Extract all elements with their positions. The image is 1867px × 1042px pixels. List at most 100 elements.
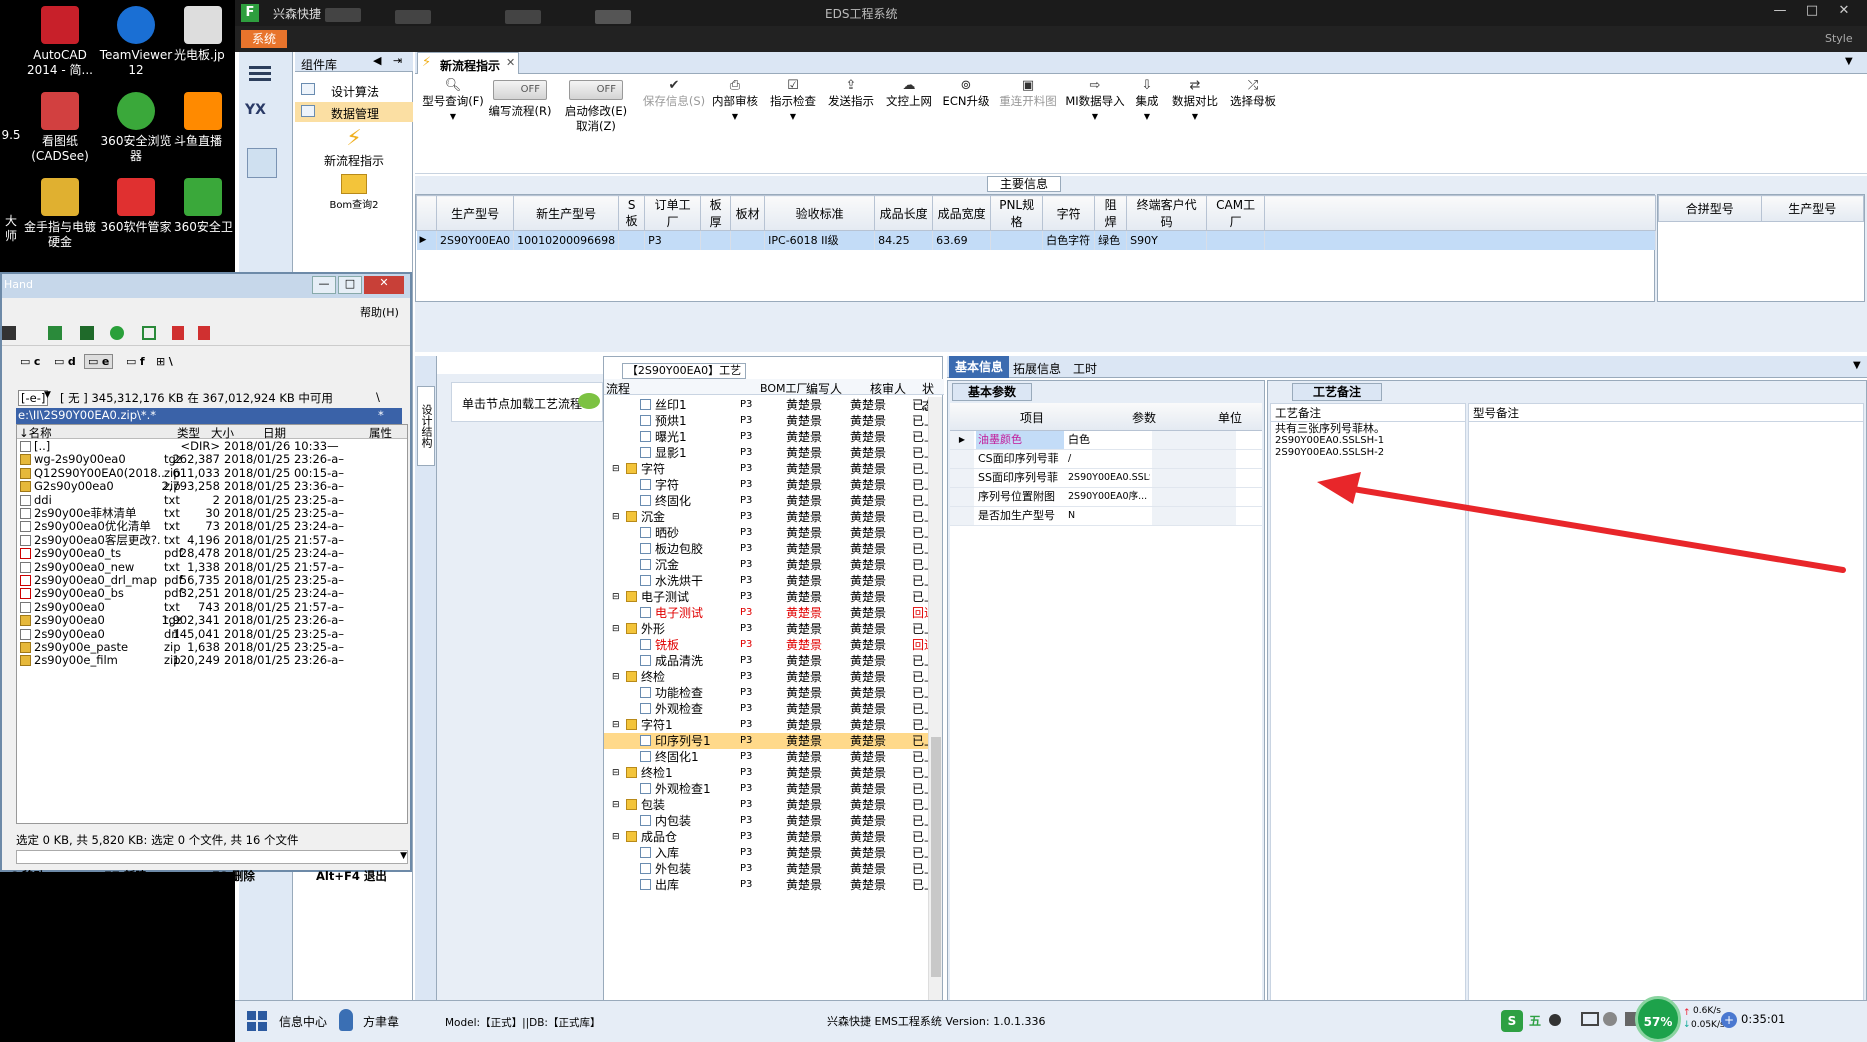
column-header[interactable]: PNL规格 [990,195,1044,231]
ime-mode[interactable]: 五 [1529,1012,1541,1029]
tab-basic-info[interactable]: 基本信息 [949,356,1009,378]
tree-node[interactable]: 功能检查 P3 黄楚景 黄楚景 已上网 [604,685,928,701]
ecn-upgrade-button[interactable]: ⊚ ECN升级 [939,78,993,109]
drive-c[interactable]: ▭ c [20,355,40,368]
desktop-icon-teamviewer[interactable]: TeamViewer 12 [98,6,174,78]
table-cell[interactable] [618,230,646,250]
moon-icon[interactable] [1549,1014,1561,1026]
tree-node[interactable]: 曝光1 P3 黄楚景 黄楚景 已上网 [604,429,928,445]
column-header[interactable]: 新生产型号 [513,195,620,231]
minimize-icon[interactable]: — [312,276,336,294]
sogou-ime-icon[interactable]: S [1501,1010,1523,1032]
doc-control-online-button[interactable]: ☁ 文控上网 [881,78,937,109]
start-edit-toggle[interactable]: OFF 启动修改(E) 取消(Z) [559,80,633,134]
file-row[interactable]: 2s90y00ea0_bs pdf 32,251 2018/01/25 23:24-a… [18,587,408,600]
chevron-down-icon[interactable]: ▼ [1845,56,1853,67]
table-cell[interactable]: S90Y [1126,230,1208,250]
tree-node[interactable]: 铣板 P3 黄楚景 黄楚景 回退 [604,637,928,653]
desktop-icon-autocad[interactable]: AutoCAD 2014 - 简... [22,6,98,78]
table-cell[interactable] [1206,230,1266,250]
refresh-icon[interactable] [110,326,124,340]
row-selector[interactable] [950,488,974,506]
file-row[interactable]: 2s90y00ea0_drl_map pdf 56,735 2018/01/25 23… [18,574,408,587]
excel-icon[interactable] [48,326,62,340]
quick-access-icon[interactable] [505,10,541,24]
column-header[interactable]: 流程 [606,380,630,397]
f6-move-button[interactable]: 6 移动 [10,868,45,884]
complib-item-algorithm[interactable]: 设计算法 [295,80,413,100]
table-cell[interactable]: 63.69 [932,230,992,250]
tree-node[interactable]: 外观检查1 P3 黄楚景 黄楚景 已上网 [604,781,928,797]
tree-node[interactable]: 显影1 P3 黄楚景 黄楚景 已上网 [604,445,928,461]
column-header[interactable]: 合拼型号 [1658,195,1762,222]
table-cell[interactable]: P3 [644,230,702,250]
table-row[interactable]: CS面印序列号菲林 / [950,450,1262,469]
binoculars-icon[interactable] [2,326,16,340]
column-header[interactable]: 项目 [1020,409,1044,426]
keyboard-icon[interactable] [1581,1012,1599,1026]
instruction-check-button[interactable]: ☑ 指示检查 ▼ [765,78,821,124]
complib-item-data-management[interactable]: 数据管理 [295,102,413,122]
reconnect-cutting-button[interactable]: ▣ 重连开料图 [995,78,1061,109]
hamburger-icon[interactable] [249,66,271,69]
file-row[interactable]: 2s90y00e_film zip 120,249 2018/01/25 23:26-… [18,654,408,667]
new-process-action[interactable]: ⚡ 新流程指示 [295,126,413,168]
yx-module-icon[interactable]: YX [245,102,281,134]
tree-node[interactable]: 晒砂 P3 黄楚景 黄楚景 已上网 [604,525,928,541]
drive-f[interactable]: ▭ f [126,355,145,368]
mi-import-button[interactable]: ⇨ MI数据导入 ▼ [1063,78,1127,124]
minimize-icon[interactable]: — [1765,2,1795,20]
tree-node[interactable]: ⊟ 沉金 P3 黄楚景 黄楚景 已上网 [604,509,928,525]
pdf-icon[interactable] [198,326,210,340]
column-header[interactable]: 成品长度 [874,195,934,231]
param-value[interactable]: 2S90Y00EA0序... [1066,488,1150,506]
column-header[interactable]: CAM工厂 [1206,195,1266,231]
tree-node[interactable]: 出库 P3 黄楚景 黄楚景 已上网 [604,877,928,893]
expand-icon[interactable]: ⊟ [612,621,620,637]
expand-icon[interactable]: ⊟ [612,797,620,813]
table-cell[interactable] [990,230,1044,250]
desktop-icon-partial[interactable]: 9.5 [0,128,22,143]
data-compare-button[interactable]: ⇄ 数据对比 ▼ [1167,78,1223,124]
column-header[interactable]: 参数 [1132,409,1156,426]
quick-access-icon[interactable] [325,8,361,22]
tree-node[interactable]: 丝印1 P3 黄楚景 黄楚景 已上网 [604,397,928,413]
tree-node[interactable]: 水洗烘干 P3 黄楚景 黄楚景 已上网 [604,573,928,589]
tree-node[interactable]: ⊟ 电子测试 P3 黄楚景 黄楚景 已上网 [604,589,928,605]
desktop-icon-360safe[interactable]: 360安全卫 [174,178,236,235]
quick-access-icon[interactable] [595,10,631,24]
table-cell[interactable]: 2S90Y00EA0 [436,230,515,250]
load-process-hint[interactable]: 单击节点加载工艺流程 [451,382,603,422]
alt-f4-exit-button[interactable]: Alt+F4 退出 [316,868,387,884]
tree-node[interactable]: 内包装 P3 黄楚景 黄楚景 已上网 [604,813,928,829]
tree-node[interactable]: ⊟ 终检 P3 黄楚景 黄楚景 已上网 [604,669,928,685]
tree-node[interactable]: 成品清洗 P3 黄楚景 黄楚景 已上网 [604,653,928,669]
file-row[interactable]: 2s90y00ea0客层更改?. txt 4,196 2018/01/25 21:57… [18,533,408,547]
calculator-icon[interactable] [247,148,277,178]
model-query-button[interactable]: 🔍︎ 型号查询(F) ▼ [421,78,485,124]
add-icon[interactable]: + [1721,1012,1737,1028]
tree-node[interactable]: 预烘1 P3 黄楚景 黄楚景 已上网 [604,413,928,429]
maximize-icon[interactable]: □ [338,276,362,294]
param-value[interactable]: 白色 [1066,431,1150,449]
desktop-icon-douyu[interactable]: 斗鱼直播 [174,92,236,149]
row-selector[interactable] [950,469,974,487]
table-cell[interactable]: 84.25 [874,230,934,250]
save-info-button[interactable]: ✔ 保存信息(S) [641,78,707,109]
file-row[interactable]: 2s90y00e菲林清单 txt 30 2018/01/25 23:25-a– [18,507,408,520]
param-value[interactable]: / [1066,450,1150,468]
tree-node[interactable]: ⊟ 包装 P3 黄楚景 黄楚景 已上网 [604,797,928,813]
drive-d[interactable]: ▭ d [54,355,76,368]
row-selector[interactable] [950,450,974,468]
param-value[interactable]: 2S90Y00EA0.SSLSH [1066,469,1150,487]
file-row[interactable]: 2s90y00ea0优化清单 txt 73 2018/01/25 23:24-a– [18,520,408,533]
column-header[interactable]: 验收标准 [764,195,876,231]
expand-icon[interactable]: ⊟ [612,589,620,605]
column-header[interactable]: 生产型号 [435,195,515,231]
internal-review-button[interactable]: ⎙ 内部审核 ▼ [707,78,763,124]
tree-node[interactable]: 字符 P3 黄楚景 黄楚景 已上网 [604,477,928,493]
close-icon[interactable]: ✕ [364,276,404,294]
tree-node[interactable]: 板边包胶 P3 黄楚景 黄楚景 已上网 [604,541,928,557]
file-row[interactable]: 2s90y00ea0_ts pdf 28,478 2018/01/25 23:24-a… [18,547,408,560]
column-header[interactable]: 字符 [1042,195,1096,231]
